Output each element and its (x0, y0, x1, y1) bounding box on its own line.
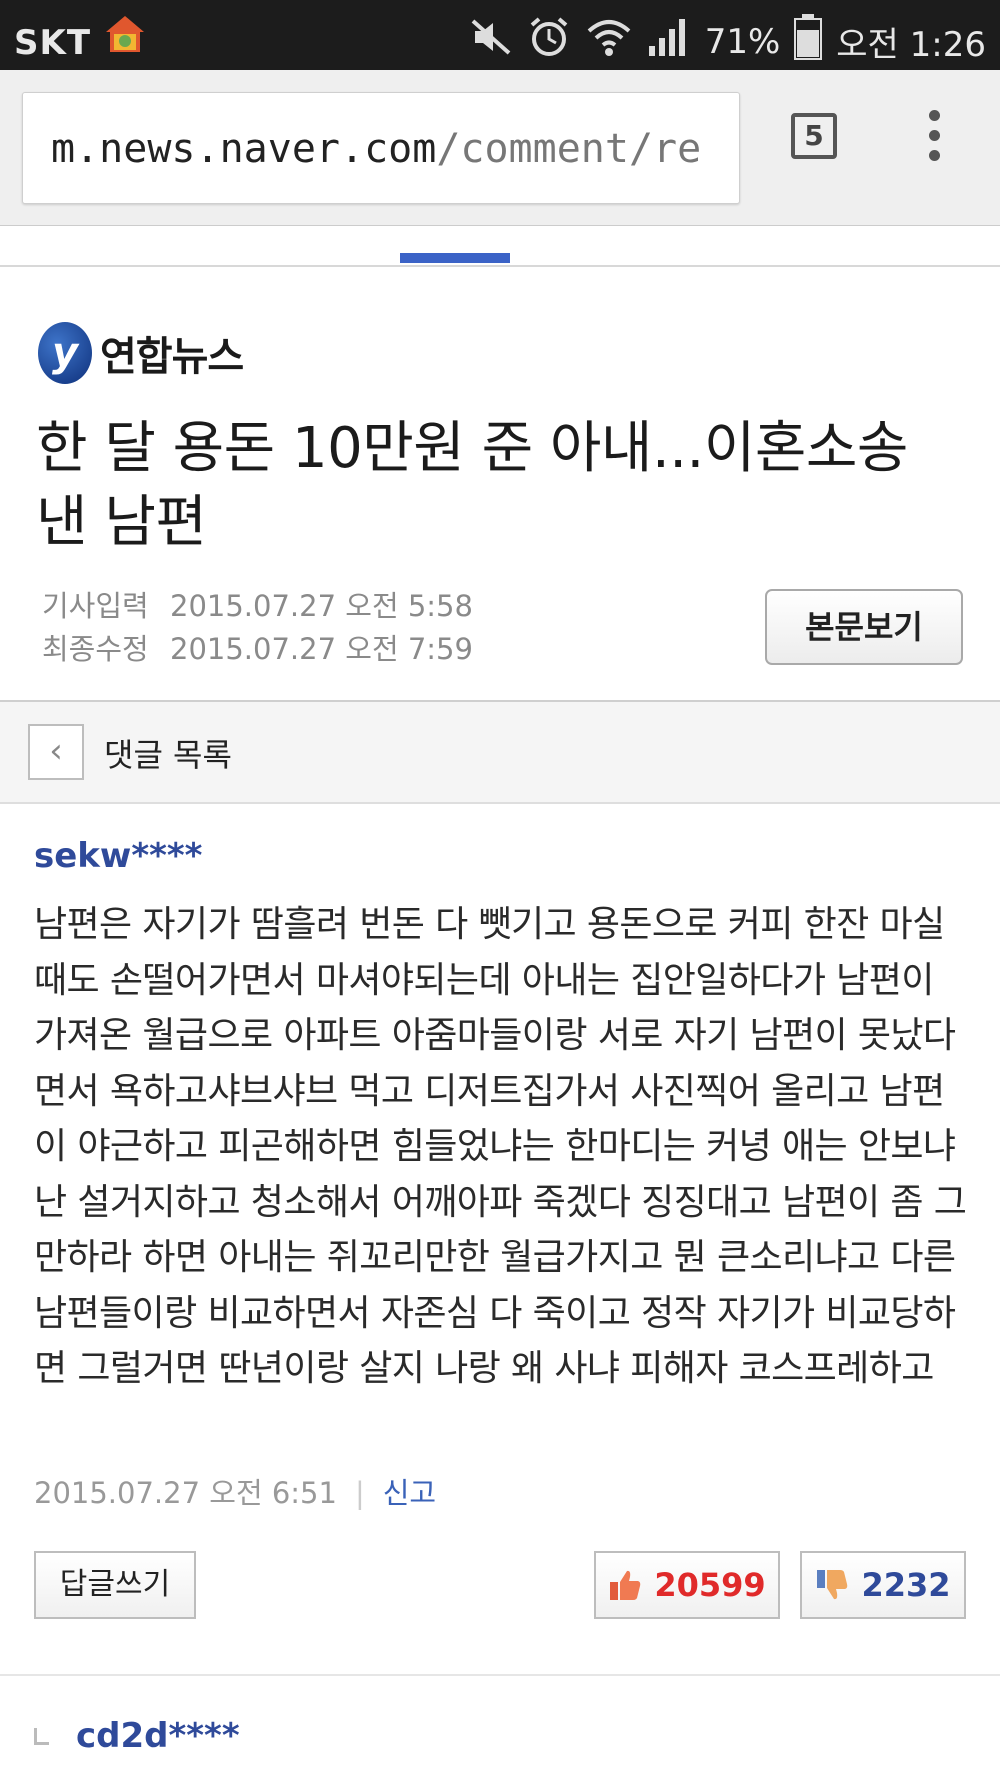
clock: 오전 1:26 (836, 25, 986, 65)
dislike-count: 2232 (861, 1566, 951, 1604)
wifi-icon (585, 15, 633, 68)
carrier-label: SKT (14, 14, 146, 63)
overflow-menu-icon[interactable] (924, 110, 944, 166)
article-title[interactable]: 한 달 용돈 10만원 준 아내...이혼소송 낸 남편 (36, 412, 966, 560)
comment-list-header: ‹ 댓글 목록 (0, 700, 1000, 804)
reply-indent-icon (34, 1728, 49, 1745)
press-logo: y 연합뉴스 (38, 322, 244, 384)
modified-row: 최종수정 2015.07.27 오전 7:59 (42, 632, 473, 666)
comment-author[interactable]: sekw**** (34, 836, 202, 876)
thumbs-down-icon (815, 1559, 849, 1600)
battery-percent: 71% (704, 21, 781, 62)
url-bar[interactable]: m.news.naver.com/comment/re (22, 92, 740, 204)
comment-date: 2015.07.27 오전 6:51 (34, 1476, 337, 1510)
status-bar: SKT 71% 오전 1:26 (0, 0, 1000, 70)
comment-author[interactable]: cd2d**** (76, 1716, 240, 1756)
active-tab-indicator (400, 253, 510, 263)
thumbs-up-icon (608, 1559, 642, 1600)
press-name: 연합뉴스 (100, 334, 244, 380)
comment-divider (0, 1674, 1000, 1676)
comment-meta: 2015.07.27 오전 6:51 | 신고 (34, 1476, 437, 1510)
url-text[interactable]: m.news.naver.com/comment/re (51, 126, 701, 172)
comment-text: 남편은 자기가 땀흘려 번돈 다 뺏기고 용돈으로 커피 한잔 마실때도 손떨어… (34, 904, 967, 1389)
signal-icon (647, 16, 691, 67)
published-row: 기사입력 2015.07.27 오전 5:58 (42, 589, 473, 623)
chevron-left-icon: ‹ (49, 731, 63, 771)
view-article-button[interactable]: 본문보기 (765, 589, 963, 665)
browser-toolbar: m.news.naver.com/comment/re 5 (0, 70, 1000, 226)
tab-switcher-button[interactable]: 5 (791, 113, 837, 159)
store-icon (104, 14, 146, 63)
comment-list-title: 댓글 목록 (104, 736, 232, 774)
status-icons: 71% 오전 1:26 (469, 14, 986, 69)
alarm-icon (527, 15, 571, 68)
dislike-button[interactable]: 2232 (800, 1551, 966, 1619)
report-link[interactable]: 신고 (383, 1476, 436, 1510)
mute-icon (469, 17, 513, 66)
reply-button[interactable]: 답글쓰기 (34, 1551, 196, 1619)
yonhap-logo-icon: y (38, 322, 92, 384)
battery-icon (794, 14, 823, 69)
section-tabs (0, 225, 1000, 267)
like-button[interactable]: 20599 (594, 1551, 780, 1619)
back-button[interactable]: ‹ (28, 724, 84, 780)
like-count: 20599 (654, 1566, 766, 1604)
